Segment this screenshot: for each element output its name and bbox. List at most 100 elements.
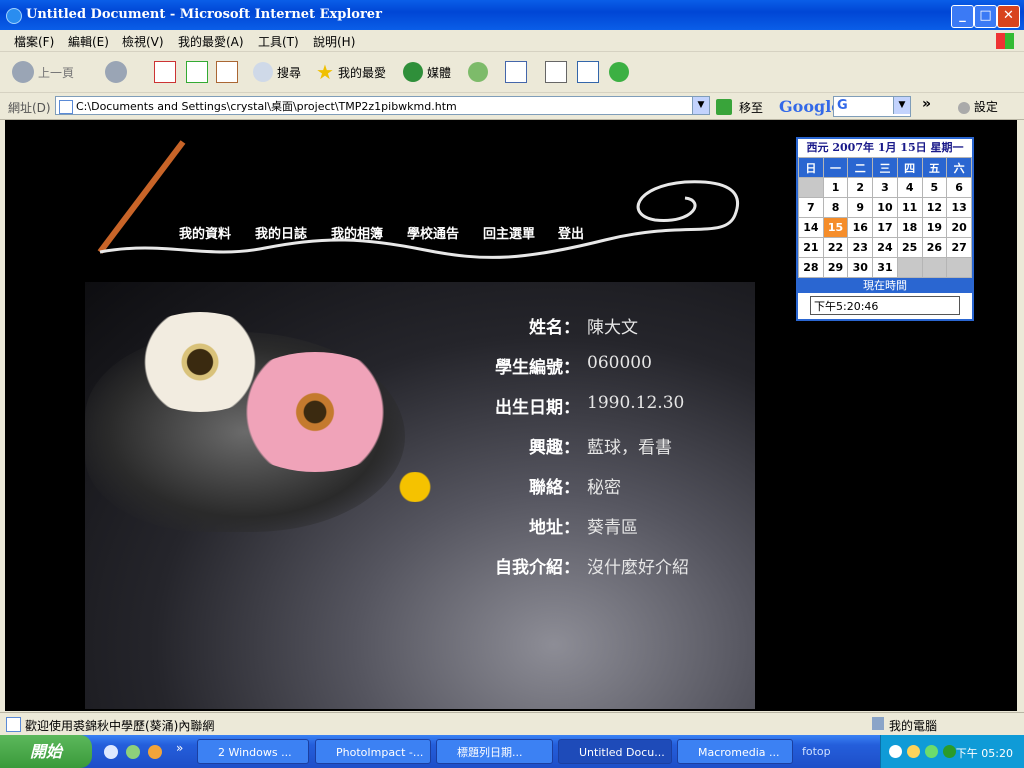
calendar-day[interactable]: 30 bbox=[847, 257, 874, 278]
menu-help[interactable]: 說明(H) bbox=[313, 33, 355, 50]
back-button[interactable]: 上一頁 bbox=[12, 60, 74, 84]
maximize-button[interactable]: □ bbox=[974, 5, 997, 28]
tray-icon[interactable] bbox=[943, 745, 956, 758]
calendar-day[interactable]: 1 bbox=[822, 177, 849, 198]
chevron-down-icon[interactable]: ▼ bbox=[893, 97, 910, 114]
calendar-day[interactable]: 16 bbox=[847, 217, 874, 238]
menu-favorites[interactable]: 我的最愛(A) bbox=[178, 33, 244, 50]
task-macromedia[interactable]: Macromedia ... bbox=[677, 739, 793, 764]
calendar-day[interactable]: 3 bbox=[872, 177, 898, 198]
taskbar: 開始 » 2 Windows ... PhotoImpact -... 標題列日… bbox=[0, 735, 1024, 768]
calendar-day[interactable]: 21 bbox=[798, 237, 824, 258]
calendar-day[interactable]: 5 bbox=[921, 177, 948, 198]
menu-tools[interactable]: 工具(T) bbox=[258, 33, 299, 50]
calendar-day[interactable]: 6 bbox=[946, 177, 972, 198]
history-icon bbox=[468, 62, 488, 82]
calendar-day[interactable]: 13 bbox=[946, 197, 972, 218]
favorites-label: 我的最愛 bbox=[337, 65, 386, 80]
calendar-day[interactable]: 12 bbox=[921, 197, 948, 218]
print-button[interactable] bbox=[545, 60, 567, 84]
google-search-input[interactable]: G ▼ bbox=[833, 96, 911, 117]
quicklaunch-icon[interactable] bbox=[126, 745, 140, 759]
menu-view[interactable]: 檢視(V) bbox=[122, 33, 164, 50]
media-button[interactable]: 媒體 bbox=[403, 60, 451, 84]
address-input[interactable]: C:\Documents and Settings\crystal\桌面\pro… bbox=[55, 96, 710, 115]
flower-icon bbox=[609, 62, 629, 82]
calendar-day[interactable]: 17 bbox=[872, 217, 898, 238]
calendar-dow: 日 bbox=[798, 157, 824, 178]
close-button[interactable]: ✕ bbox=[997, 5, 1020, 28]
task-untitled-document[interactable]: Untitled Docu... bbox=[558, 739, 672, 764]
calendar-day[interactable]: 10 bbox=[872, 197, 898, 218]
quicklaunch-icon[interactable] bbox=[148, 745, 162, 759]
minimize-button[interactable]: _ bbox=[951, 5, 974, 28]
start-button[interactable]: 開始 bbox=[0, 735, 92, 768]
address-bar: 網址(D) C:\Documents and Settings\crystal\… bbox=[0, 93, 1024, 120]
calendar-day[interactable]: 23 bbox=[847, 237, 874, 258]
profile-key: 興趣： bbox=[529, 438, 580, 458]
nav-my-album[interactable]: 我的相簿 bbox=[331, 223, 383, 242]
go-arrow-icon[interactable] bbox=[716, 99, 732, 115]
favorites-button[interactable]: ★ 我的最愛 bbox=[316, 60, 386, 84]
calendar-day[interactable]: 22 bbox=[822, 237, 849, 258]
profile-value: 沒什麼好介紹 bbox=[587, 558, 689, 578]
refresh-button[interactable] bbox=[186, 60, 208, 84]
calendar-day[interactable]: 27 bbox=[946, 237, 972, 258]
history-button[interactable] bbox=[468, 60, 488, 84]
tray-icon[interactable] bbox=[907, 745, 920, 758]
calendar-day[interactable]: 8 bbox=[822, 197, 849, 218]
toolbar-more-icon[interactable]: » bbox=[922, 96, 931, 112]
quicklaunch-icon[interactable] bbox=[104, 745, 118, 759]
messenger-button[interactable] bbox=[609, 60, 629, 84]
window-title: Untitled Document - Microsoft Internet E… bbox=[26, 7, 382, 22]
quicklaunch-more-icon[interactable]: » bbox=[176, 741, 183, 755]
calendar-day[interactable]: 18 bbox=[896, 217, 923, 238]
forward-button[interactable] bbox=[105, 60, 127, 84]
calendar-day[interactable]: 9 bbox=[847, 197, 874, 218]
home-button[interactable] bbox=[216, 60, 238, 84]
chevron-down-icon[interactable]: ▼ bbox=[692, 97, 709, 114]
search-button[interactable]: 搜尋 bbox=[253, 60, 301, 84]
go-button[interactable]: 移至 bbox=[739, 99, 763, 116]
menu-edit[interactable]: 編輯(E) bbox=[68, 33, 109, 50]
settings-button[interactable]: 設定 bbox=[958, 98, 998, 115]
calendar-day[interactable]: 28 bbox=[798, 257, 824, 278]
forward-arrow-icon bbox=[105, 61, 127, 83]
nav-logout[interactable]: 登出 bbox=[558, 223, 584, 242]
calendar-day[interactable]: 7 bbox=[798, 197, 824, 218]
calendar-day[interactable]: 2 bbox=[847, 177, 874, 198]
taskbar-clock: 下午 05:20 bbox=[955, 747, 1013, 760]
nav-school-notice[interactable]: 學校通告 bbox=[407, 223, 459, 242]
nav-my-diary[interactable]: 我的日誌 bbox=[255, 223, 307, 242]
calendar-day[interactable]: 20 bbox=[946, 217, 972, 238]
calendar-day-today[interactable]: 15 bbox=[822, 217, 849, 238]
mail-button[interactable] bbox=[505, 60, 527, 84]
menu-file[interactable]: 檔案(F) bbox=[14, 33, 54, 50]
nav-main-menu[interactable]: 回主選單 bbox=[483, 223, 535, 242]
home-icon bbox=[216, 61, 238, 83]
calendar-day[interactable]: 4 bbox=[896, 177, 923, 198]
tray-icon[interactable] bbox=[925, 745, 938, 758]
calendar-day[interactable]: 29 bbox=[822, 257, 849, 278]
calendar-day[interactable]: 14 bbox=[798, 217, 824, 238]
edit-button[interactable] bbox=[577, 60, 599, 84]
profile-key: 自我介紹： bbox=[495, 558, 580, 578]
task-title-date[interactable]: 標題列日期... bbox=[436, 739, 553, 764]
task-windows-explorer[interactable]: 2 Windows ... bbox=[197, 739, 309, 764]
yellow-flower bbox=[390, 472, 440, 502]
page-icon bbox=[59, 100, 73, 114]
task-photoimpact[interactable]: PhotoImpact -... bbox=[315, 739, 431, 764]
windows-logo-icon bbox=[996, 33, 1014, 49]
stop-button[interactable] bbox=[154, 60, 176, 84]
nav-my-profile[interactable]: 我的資料 bbox=[179, 223, 231, 242]
search-label: 搜尋 bbox=[277, 65, 302, 80]
google-g-icon: G bbox=[837, 98, 848, 113]
calendar-day[interactable]: 11 bbox=[896, 197, 923, 218]
calendar-day[interactable]: 24 bbox=[872, 237, 898, 258]
calendar-day[interactable]: 31 bbox=[872, 257, 898, 278]
settings-gear-icon bbox=[958, 101, 970, 114]
calendar-day[interactable]: 26 bbox=[921, 237, 948, 258]
calendar-day[interactable]: 25 bbox=[896, 237, 923, 258]
calendar-day[interactable]: 19 bbox=[921, 217, 948, 238]
tray-icon[interactable] bbox=[889, 745, 902, 758]
